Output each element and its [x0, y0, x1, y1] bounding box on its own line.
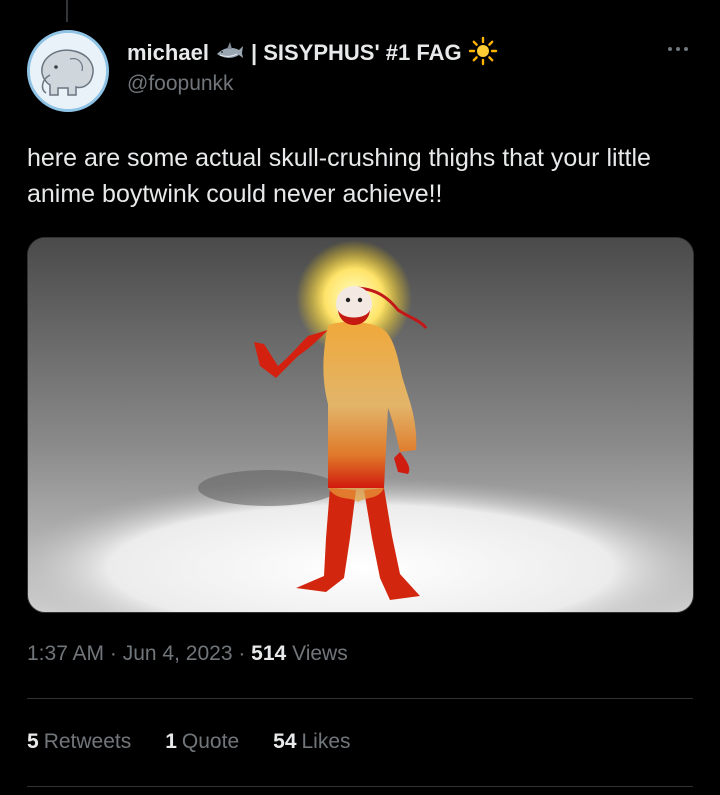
avatar[interactable]	[27, 30, 109, 112]
engagement-stats: 5 Retweets 1 Quote 54 Likes	[27, 730, 351, 754]
likes-label: Likes	[301, 730, 351, 753]
likes-count: 54	[273, 730, 297, 753]
meta-separator: ·	[238, 642, 252, 665]
sun-icon	[468, 36, 498, 71]
retweets-label: Retweets	[43, 730, 132, 753]
quotes-label: Quote	[181, 730, 240, 753]
likes-stat[interactable]: 54 Likes	[273, 730, 350, 754]
divider	[27, 698, 693, 699]
views-label: Views	[292, 642, 348, 665]
tweet-text: here are some actual skull-crushing thig…	[27, 144, 651, 208]
tweet-media-image[interactable]	[27, 237, 694, 613]
quotes-count: 1	[165, 730, 177, 753]
display-name[interactable]: michael	[127, 40, 209, 66]
divider	[27, 786, 693, 787]
shark-icon	[215, 40, 245, 67]
display-name-row[interactable]: michael | SISYPHUS' #1 FAG	[127, 36, 498, 71]
retweets-stat[interactable]: 5 Retweets	[27, 730, 131, 754]
display-name-tag: | SISYPHUS' #1 FAG	[250, 40, 462, 65]
author-handle[interactable]: @foopunkk	[127, 72, 498, 96]
tweet-meta: 1:37 AM · Jun 4, 2023 · 514 Views	[27, 642, 348, 666]
quotes-stat[interactable]: 1 Quote	[165, 730, 239, 754]
tweet-header: michael | SISYPHUS' #1 FAG @foopunkk	[27, 30, 693, 114]
elephant-avatar-image	[30, 33, 106, 109]
retweets-count: 5	[27, 730, 39, 753]
muscular-figure-render	[28, 238, 693, 612]
views-count: 514	[251, 642, 287, 665]
meta-separator: ·	[109, 642, 123, 665]
thread-connector-line	[66, 0, 68, 22]
tweet-time[interactable]: 1:37 AM	[27, 642, 104, 665]
tweet-date[interactable]: Jun 4, 2023	[123, 642, 233, 665]
author-names: michael | SISYPHUS' #1 FAG @foopunkk	[127, 36, 498, 96]
more-options-icon[interactable]	[665, 44, 691, 54]
